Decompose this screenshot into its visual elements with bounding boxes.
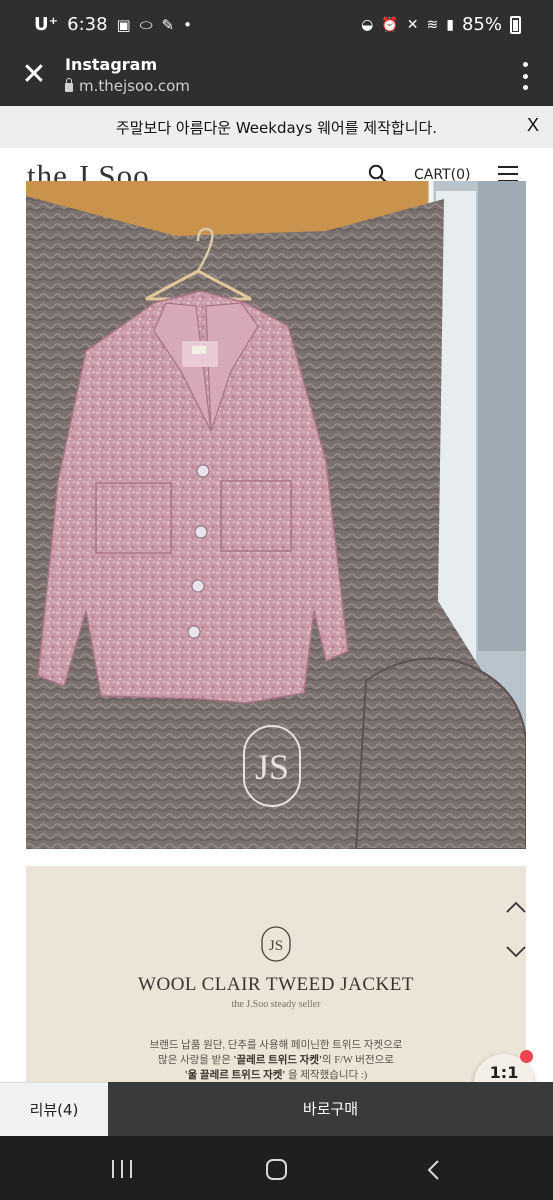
alarm-icon: ⏰ xyxy=(381,16,399,33)
status-left: U⁺ 6:38 ▣ ⬭ ✎ • xyxy=(34,14,192,35)
notification-dot xyxy=(520,1050,533,1063)
battery-percent: 85% xyxy=(461,14,502,35)
review-button[interactable]: 리뷰(4) xyxy=(0,1082,108,1136)
recents-icon[interactable] xyxy=(112,1160,132,1178)
close-icon[interactable]: ✕ xyxy=(20,60,48,90)
system-nav-bar xyxy=(0,1136,553,1200)
bird-icon: ✎ xyxy=(161,15,175,34)
product-description: 브랜드 납품 원단, 단추를 사용해 페미닌한 트위드 자켓으로 많은 사랑을 … xyxy=(26,1038,526,1082)
mute-icon: ✕ xyxy=(406,16,419,33)
product-title: WOOL CLAIR TWEED JACKET xyxy=(138,974,414,995)
wifi-icon: ≋ xyxy=(426,16,439,33)
status-right: ◒ ⏰ ✕ ≋ ▮ 85% xyxy=(361,14,521,35)
product-subtitle: the J.Soo steady seller xyxy=(231,999,321,1010)
gallery-icon: ▣ xyxy=(116,15,131,34)
lock-icon xyxy=(65,78,73,92)
brand-emblem: JS xyxy=(261,926,291,962)
back-icon[interactable] xyxy=(426,1159,440,1181)
announcement-bar: 주말보다 아름다운 Weekdays 웨어를 제작합니다. X xyxy=(0,106,553,148)
description-line-2: 많은 사랑을 받은 '끌레르 트위드 자켓'의 F/W 버전으로 xyxy=(158,1055,394,1066)
dot-icon: • xyxy=(183,15,192,34)
status-time: 6:38 xyxy=(67,14,108,35)
browser-header: ✕ Instagram m.thejsoo.com xyxy=(0,52,553,106)
description-line-3: '울 끌레르 트위드 자켓' 을 제작했습니다 :) xyxy=(184,1070,368,1081)
jacket-photo: JS xyxy=(26,181,526,849)
emblem-text: JS xyxy=(269,938,283,954)
home-icon[interactable] xyxy=(266,1159,287,1180)
battery-icon xyxy=(510,15,521,34)
announcement-text: 주말보다 아름다운 Weekdays 웨어를 제작합니다. xyxy=(115,119,438,137)
browser-app-name: Instagram xyxy=(65,55,158,74)
action-bar: 리뷰(4) 바로구매 xyxy=(0,1082,553,1136)
description-line-1: 브랜드 납품 원단, 단추를 사용해 페미닌한 트위드 자켓으로 xyxy=(149,1040,403,1051)
chevron-down-icon[interactable] xyxy=(505,944,527,960)
buy-now-button[interactable]: 바로구매 xyxy=(108,1082,553,1136)
pill-icon: ⬭ xyxy=(139,15,153,34)
menu-icon[interactable] xyxy=(498,166,518,182)
url-text: m.thejsoo.com xyxy=(79,77,190,95)
more-vert-icon[interactable] xyxy=(521,62,529,90)
chevron-up-icon[interactable] xyxy=(505,899,527,915)
url-row[interactable]: m.thejsoo.com xyxy=(65,77,190,95)
carrier-label: U⁺ xyxy=(34,14,59,35)
product-image[interactable]: JS xyxy=(26,181,526,849)
product-detail-section: JS WOOL CLAIR TWEED JACKET the J.Soo ste… xyxy=(26,866,526,1082)
signal-icon: ▮ xyxy=(446,16,454,33)
announcement-close-button[interactable]: X xyxy=(527,115,539,136)
android-icon: ◒ xyxy=(361,16,374,33)
status-bar: U⁺ 6:38 ▣ ⬭ ✎ • ◒ ⏰ ✕ ≋ ▮ 85% xyxy=(0,0,553,52)
chat-label-top: 1:1 xyxy=(489,1063,519,1082)
watermark-text: JS xyxy=(255,747,289,787)
